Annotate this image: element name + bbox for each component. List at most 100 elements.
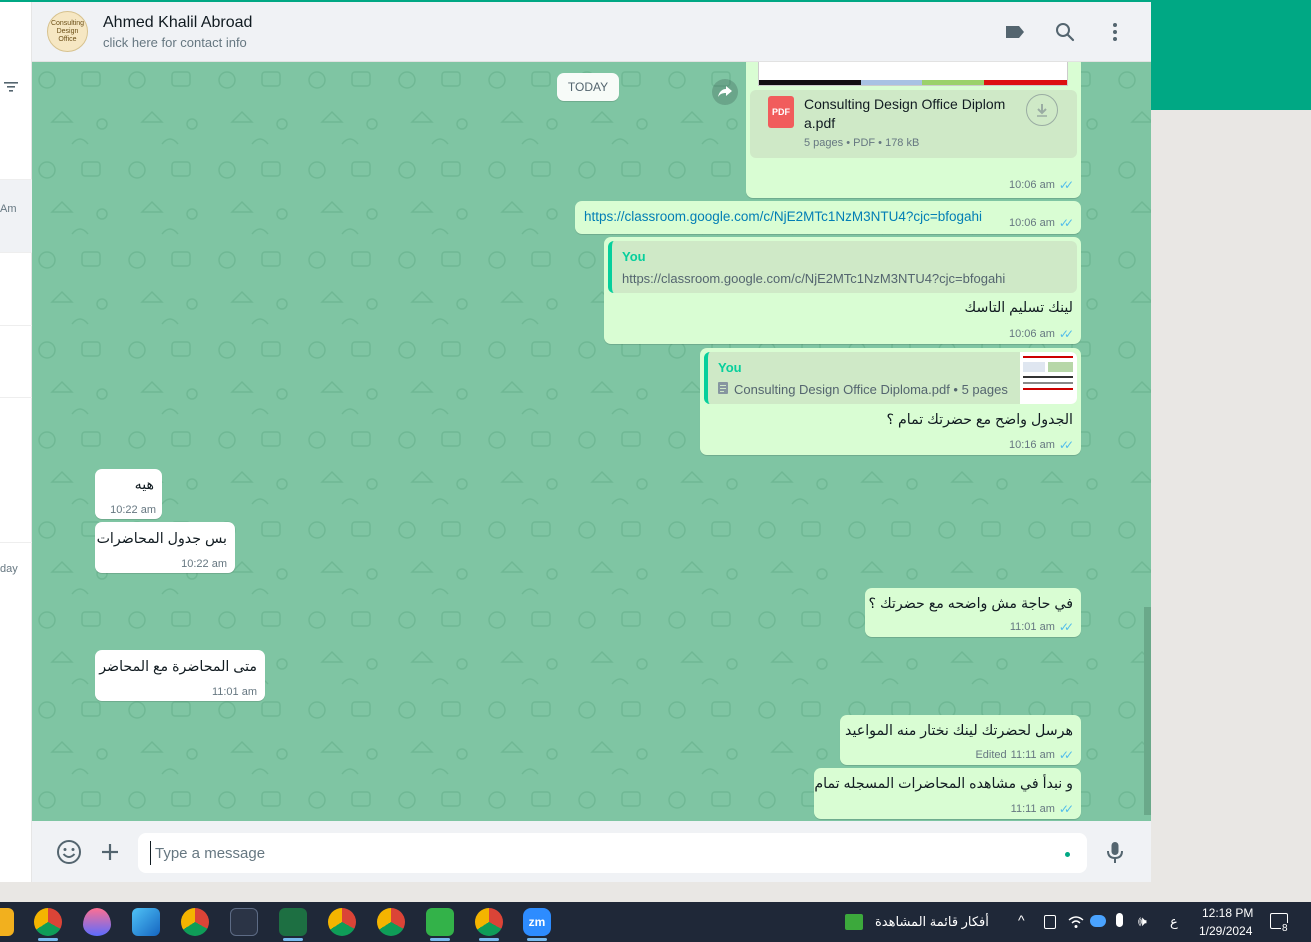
read-receipt-icon: ✓✓ xyxy=(1058,216,1074,230)
document-file-name-line2: a.pdf xyxy=(804,115,836,131)
quoted-author: You xyxy=(622,249,646,264)
chat-list-item[interactable] xyxy=(0,398,32,543)
grammar-indicator-icon xyxy=(1065,852,1070,857)
message-time: 10:22 am xyxy=(181,558,227,570)
message-document[interactable]: PDF Consulting Design Office Diplom a.pd… xyxy=(746,62,1081,198)
message-link[interactable]: https://classroom.google.com/c/NjE2MTc1N… xyxy=(575,201,1081,234)
message-meta: Edited 11:11 am ✓✓ xyxy=(975,748,1074,762)
input-language-indicator[interactable]: ع xyxy=(1170,914,1178,930)
wifi-icon[interactable] xyxy=(1068,914,1084,935)
download-icon[interactable] xyxy=(1026,94,1058,126)
tray-chevron-icon[interactable]: ^ xyxy=(1018,912,1025,928)
document-file-name-line1: Consulting Design Office Diplom xyxy=(804,96,1006,112)
chat-list-item[interactable] xyxy=(0,326,32,398)
message-incoming[interactable]: هيه 10:22 am xyxy=(95,469,162,519)
active-app-indicator xyxy=(430,938,450,941)
quoted-message[interactable]: You https://classroom.google.com/c/NjE2M… xyxy=(608,241,1077,293)
quoted-message[interactable]: You Consulting Design Office Diploma.pdf… xyxy=(704,352,1077,404)
filter-icon[interactable] xyxy=(4,80,18,96)
message-meta: 10:06 am ✓✓ xyxy=(1009,327,1074,341)
chat-list-item[interactable] xyxy=(0,109,32,180)
quoted-author: You xyxy=(718,360,742,375)
avatar[interactable]: Consulting Design Office xyxy=(47,11,88,52)
attach-plus-icon[interactable] xyxy=(97,839,123,865)
message-outgoing[interactable]: و نبدأ في مشاهده المحاضرات المسجله تمام … xyxy=(814,768,1081,819)
chat-list-item-selected[interactable] xyxy=(0,180,32,253)
document-preview-thumbnail[interactable] xyxy=(758,62,1068,86)
zoom-icon[interactable]: zm xyxy=(523,908,551,936)
message-reply[interactable]: You https://classroom.google.com/c/NjE2M… xyxy=(604,237,1081,344)
message-time: 10:06 am xyxy=(1009,328,1055,340)
document-small-icon xyxy=(718,382,728,398)
active-app-indicator xyxy=(527,938,547,941)
meet-now-icon[interactable] xyxy=(1044,915,1056,929)
scrollbar[interactable] xyxy=(1144,607,1151,815)
message-meta: 10:16 am ✓✓ xyxy=(1009,438,1074,452)
active-app-indicator xyxy=(38,938,58,941)
message-text: بس جدول المحاضرات xyxy=(96,531,227,547)
clock-time[interactable]: 12:18 PM xyxy=(1202,906,1253,920)
message-time: 11:11 am xyxy=(1010,749,1055,761)
compose-bar xyxy=(32,821,1151,882)
message-text: متى المحاضرة مع المحاضر xyxy=(99,659,257,675)
paint-drop-icon[interactable] xyxy=(83,908,111,936)
message-text: هرسل لحضرتك لينك نختار منه المواعيد xyxy=(845,723,1073,739)
pdf-file-icon: PDF xyxy=(768,96,794,128)
camtasia-icon[interactable] xyxy=(426,908,454,936)
quoted-text: https://classroom.google.com/c/NjE2MTc1N… xyxy=(622,271,1006,286)
message-link-text[interactable]: https://classroom.google.com/c/NjE2MTc1N… xyxy=(584,209,982,224)
date-divider: TODAY xyxy=(557,73,619,101)
message-incoming[interactable]: بس جدول المحاضرات 10:22 am xyxy=(95,522,235,573)
active-app-indicator xyxy=(283,938,303,941)
menu-icon[interactable] xyxy=(1103,20,1127,44)
read-receipt-icon: ✓✓ xyxy=(1058,178,1074,192)
chrome-icon[interactable] xyxy=(328,908,356,936)
notification-count-badge: 8 xyxy=(1281,923,1289,934)
message-text: هيه xyxy=(134,477,154,493)
message-time: 10:06 am xyxy=(1009,217,1055,229)
microphone-icon[interactable] xyxy=(1102,839,1128,865)
chat-list-snippet: Am xyxy=(0,203,17,215)
message-input[interactable] xyxy=(150,841,1050,865)
edited-label: Edited xyxy=(975,749,1007,761)
emoji-icon[interactable] xyxy=(56,839,82,865)
document-card[interactable]: PDF Consulting Design Office Diplom a.pd… xyxy=(750,90,1077,158)
conversation-panel[interactable]: TODAY PDF Consulting Design Office Diplo… xyxy=(32,62,1151,821)
read-receipt-icon: ✓✓ xyxy=(1058,748,1074,762)
message-text: الجدول واضح مع حضرتك تمام ؟ xyxy=(886,412,1073,428)
message-outgoing[interactable]: في حاجة مش واضحه مع حضرتك ؟ 11:01 am ✓✓ xyxy=(865,588,1081,637)
message-incoming[interactable]: متى المحاضرة مع المحاضر 11:01 am xyxy=(95,650,265,701)
contact-name[interactable]: Ahmed Khalil Abroad xyxy=(103,14,252,32)
background-window-bottom xyxy=(0,882,1151,902)
photos-icon[interactable] xyxy=(132,908,160,936)
excel-icon[interactable] xyxy=(279,908,307,936)
search-icon[interactable] xyxy=(1053,20,1077,44)
message-text: لينك تسليم التاسك xyxy=(964,300,1073,316)
chrome-icon[interactable] xyxy=(34,908,62,936)
obsidian-icon[interactable] xyxy=(230,908,258,936)
chrome-profile-icon[interactable] xyxy=(475,908,503,936)
clock-date[interactable]: 1/29/2024 xyxy=(1199,924,1252,938)
microphone-tray-icon[interactable] xyxy=(1116,913,1123,927)
contact-info-link[interactable]: click here for contact info xyxy=(103,35,247,50)
message-meta: 11:01 am ✓✓ xyxy=(1009,620,1074,634)
chat-header: Consulting Design Office Ahmed Khalil Ab… xyxy=(32,2,1151,62)
message-input-box[interactable] xyxy=(138,833,1087,873)
watchlist-icon[interactable] xyxy=(845,914,863,930)
background-window-teal xyxy=(1151,0,1311,110)
quoted-text: Consulting Design Office Diploma.pdf • 5… xyxy=(734,382,1008,397)
chrome-work-icon[interactable] xyxy=(377,908,405,936)
volume-icon[interactable]: 🕪 xyxy=(1138,913,1147,930)
chat-list-item[interactable] xyxy=(0,253,32,326)
watchlist-widget-label[interactable]: أفكار قائمة المشاهدة xyxy=(875,914,989,930)
message-time: 10:22 am xyxy=(110,504,156,516)
message-time: 11:01 am xyxy=(1009,621,1055,633)
onedrive-icon[interactable] xyxy=(1090,915,1106,927)
forward-icon[interactable] xyxy=(712,79,738,105)
message-outgoing[interactable]: هرسل لحضرتك لينك نختار منه المواعيد Edit… xyxy=(840,715,1081,765)
label-icon[interactable] xyxy=(1003,20,1027,44)
message-reply[interactable]: You Consulting Design Office Diploma.pdf… xyxy=(700,348,1081,455)
chrome-work-icon[interactable] xyxy=(181,908,209,936)
file-explorer-icon[interactable] xyxy=(0,908,14,936)
read-receipt-icon: ✓✓ xyxy=(1058,327,1074,341)
